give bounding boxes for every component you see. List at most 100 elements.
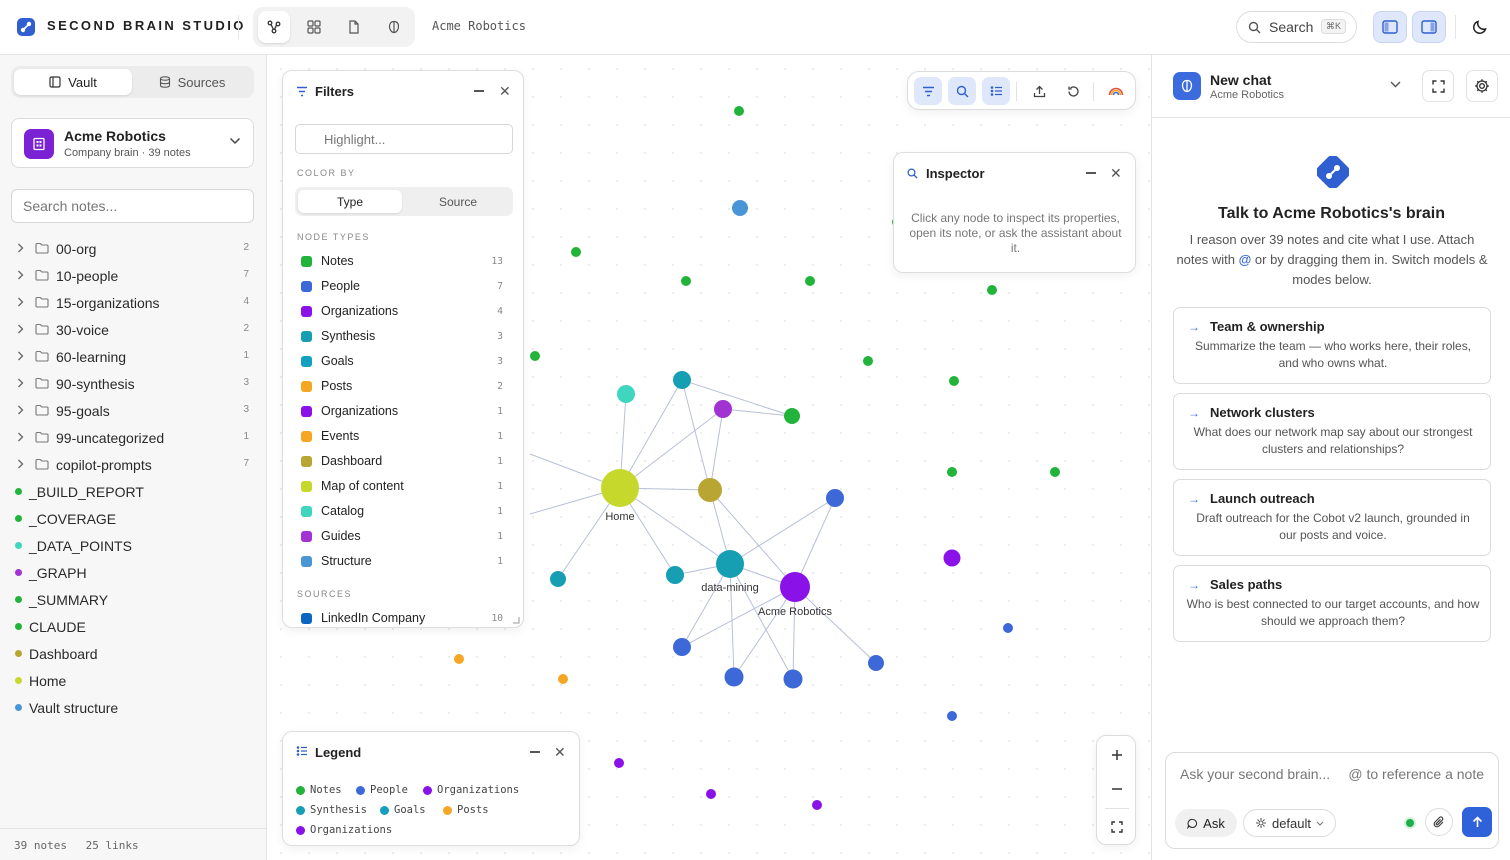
node-type-filter[interactable]: Synthesis 3: [301, 325, 507, 350]
graph-node[interactable]: [454, 654, 464, 664]
minimize-legend-button[interactable]: [530, 751, 540, 753]
graph-node[interactable]: [947, 467, 957, 477]
graph-node[interactable]: [617, 385, 635, 403]
attach-button[interactable]: [1425, 808, 1453, 836]
folder-item[interactable]: copilot-prompts 7: [0, 451, 266, 478]
highlight-input[interactable]: [295, 124, 513, 154]
brain-view-button[interactable]: [378, 11, 410, 43]
folder-item[interactable]: 99-uncategorized 1: [0, 424, 266, 451]
node-type-filter[interactable]: Map of content 1: [301, 475, 507, 500]
note-item[interactable]: _SUMMARY: [0, 586, 266, 613]
suggested-prompt-card[interactable]: → Network clusters What does our network…: [1173, 393, 1491, 470]
reset-layout-button[interactable]: [1059, 77, 1087, 105]
graph-node[interactable]: [863, 356, 873, 366]
mode-selector-button[interactable]: Ask: [1175, 809, 1237, 837]
graph-node[interactable]: [698, 478, 722, 502]
node-type-filter[interactable]: Dashboard 1: [301, 450, 507, 475]
graph-node[interactable]: [571, 247, 581, 257]
graph-node[interactable]: [714, 400, 732, 418]
suggested-prompt-card[interactable]: → Team & ownership Summarize the team — …: [1173, 307, 1491, 384]
minimize-filters-button[interactable]: [474, 90, 484, 92]
graph-node[interactable]: [780, 572, 810, 602]
graph-node[interactable]: [614, 758, 624, 768]
toggle-right-panel-button[interactable]: [1412, 11, 1446, 43]
tab-vault[interactable]: Vault: [14, 69, 132, 95]
suggested-prompt-card[interactable]: → Sales paths Who is best connected to o…: [1173, 565, 1491, 642]
close-filters-button[interactable]: ✕: [499, 83, 511, 100]
graph-node[interactable]: [1003, 623, 1013, 633]
graph-node[interactable]: [784, 408, 800, 424]
resize-handle-icon[interactable]: [512, 616, 520, 624]
color-by-source-button[interactable]: Source: [406, 190, 510, 213]
toggle-legend-button[interactable]: [982, 77, 1010, 105]
note-item[interactable]: _DATA_POINTS: [0, 532, 266, 559]
note-item[interactable]: Home: [0, 667, 266, 694]
search-button[interactable]: Search ⌘K: [1236, 11, 1357, 43]
node-type-filter[interactable]: Goals 3: [301, 350, 507, 375]
graph-node[interactable]: [666, 566, 684, 584]
folder-item[interactable]: 60-learning 1: [0, 343, 266, 370]
folder-item[interactable]: 00-org 2: [0, 235, 266, 262]
graph-node[interactable]: [732, 200, 748, 216]
close-inspector-button[interactable]: ✕: [1110, 165, 1122, 182]
graph-node[interactable]: [558, 674, 568, 684]
graph-node[interactable]: [987, 285, 997, 295]
close-legend-button[interactable]: ✕: [554, 744, 566, 761]
graph-node[interactable]: [1050, 467, 1060, 477]
suggested-prompt-card[interactable]: → Launch outreach Draft outreach for the…: [1173, 479, 1491, 556]
graph-node[interactable]: [812, 800, 822, 810]
graph-node[interactable]: [724, 667, 744, 687]
graph-view-button[interactable]: [258, 11, 290, 43]
minimize-inspector-button[interactable]: [1086, 172, 1096, 174]
note-item[interactable]: Dashboard: [0, 640, 266, 667]
chat-title[interactable]: New chat: [1210, 72, 1271, 88]
folder-item[interactable]: 95-goals 3: [0, 397, 266, 424]
node-type-filter[interactable]: Organizations 4: [301, 300, 507, 325]
theme-toggle-button[interactable]: [1464, 11, 1496, 43]
graph-node[interactable]: [805, 276, 815, 286]
graph-node[interactable]: [673, 371, 691, 389]
node-type-filter[interactable]: Catalog 1: [301, 500, 507, 525]
fit-screen-button[interactable]: [1097, 810, 1137, 844]
grid-view-button[interactable]: [298, 11, 330, 43]
graph-node[interactable]: [943, 549, 961, 567]
zoom-in-button[interactable]: [1097, 738, 1137, 772]
graph-node[interactable]: [868, 655, 884, 671]
export-button[interactable]: [1025, 77, 1053, 105]
chevron-down-icon[interactable]: [1390, 81, 1401, 88]
vault-selector[interactable]: Acme Robotics Company brain · 39 notes: [11, 118, 254, 168]
tab-sources[interactable]: Sources: [133, 69, 251, 95]
node-type-filter[interactable]: Notes 13: [301, 250, 507, 275]
fullscreen-chat-button[interactable]: [1422, 70, 1454, 102]
node-type-filter[interactable]: Events 1: [301, 425, 507, 450]
toggle-filters-button[interactable]: [914, 77, 942, 105]
graph-node[interactable]: [826, 489, 844, 507]
graph-node[interactable]: [706, 789, 716, 799]
node-type-filter[interactable]: Guides 1: [301, 525, 507, 550]
graph-node[interactable]: [783, 669, 803, 689]
zoom-out-button[interactable]: [1097, 772, 1137, 806]
note-item[interactable]: Vault structure: [0, 694, 266, 721]
color-by-type-button[interactable]: Type: [298, 190, 402, 213]
graph-node[interactable]: [530, 351, 540, 361]
toggle-inspector-button[interactable]: [948, 77, 976, 105]
graph-node[interactable]: [550, 571, 566, 587]
note-item[interactable]: CLAUDE: [0, 613, 266, 640]
graph-node[interactable]: [673, 638, 691, 656]
chat-settings-button[interactable]: [1466, 70, 1498, 102]
note-item[interactable]: _COVERAGE: [0, 505, 266, 532]
node-type-filter[interactable]: Organizations 1: [301, 400, 507, 425]
source-filter[interactable]: LinkedIn Company 10: [301, 607, 507, 627]
notes-search-input[interactable]: [11, 189, 254, 223]
note-item[interactable]: _BUILD_REPORT: [0, 478, 266, 505]
node-type-filter[interactable]: Posts 2: [301, 375, 507, 400]
send-button[interactable]: [1462, 807, 1492, 837]
folder-item[interactable]: 10-people 7: [0, 262, 266, 289]
color-theme-button[interactable]: [1102, 77, 1130, 105]
graph-node[interactable]: [716, 550, 744, 578]
graph-node[interactable]: [601, 469, 639, 507]
model-selector-button[interactable]: default: [1243, 809, 1336, 837]
graph-node[interactable]: [949, 376, 959, 386]
folder-item[interactable]: 30-voice 2: [0, 316, 266, 343]
folder-item[interactable]: 90-synthesis 3: [0, 370, 266, 397]
